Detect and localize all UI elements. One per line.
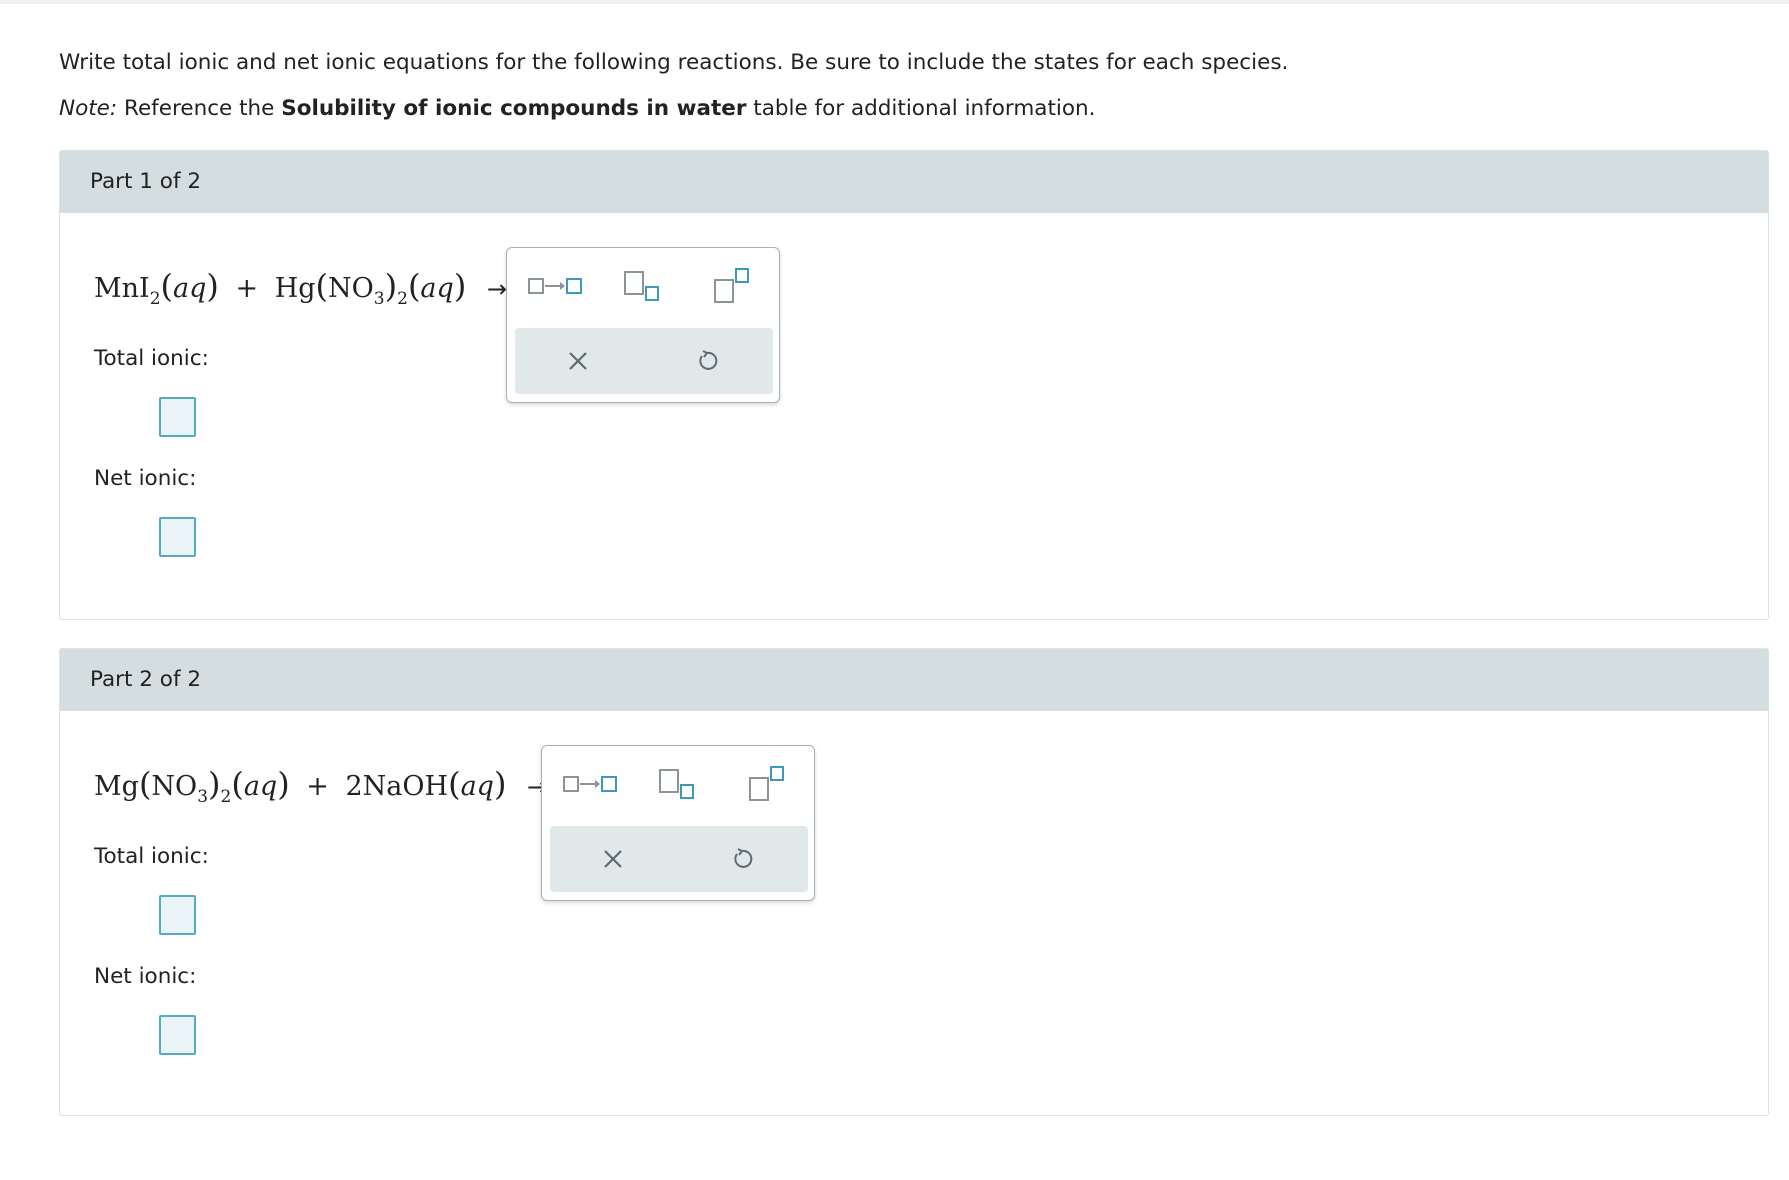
total-ionic-label: Total ionic: [94,346,209,371]
equation-palette [541,745,815,901]
part-1-header: Part 1 of 2 [60,151,1768,213]
part-2-panel: Part 2 of 2 Mg(NO3)2(aq) + 2NaOH(aq) → T… [59,648,1769,1116]
clear-icon [604,850,622,868]
superscript-icon [749,766,784,801]
instructions-text: Write total ionic and net ionic equation… [59,50,1289,75]
net-ionic-input[interactable] [159,1015,196,1055]
total-ionic-label: Total ionic: [94,844,209,869]
top-divider [0,0,1789,4]
reaction-arrow-icon [528,278,582,294]
total-ionic-input[interactable] [159,397,196,437]
total-ionic-input[interactable] [159,895,196,935]
part-2-equation: Mg(NO3)2(aq) + 2NaOH(aq) → [94,765,547,807]
palette-actions [515,328,773,394]
reaction-arrow-button[interactable] [527,266,583,306]
net-ionic-label: Net ionic: [94,466,197,491]
instructions: Write total ionic and net ionic equation… [59,48,1288,124]
superscript-button[interactable] [748,764,790,804]
undo-icon [734,848,753,868]
note-text: Note: Reference the Solubility of ionic … [59,94,1288,124]
subscript-button[interactable] [658,764,698,804]
clear-icon [569,352,587,370]
subscript-button[interactable] [623,266,663,306]
clear-button[interactable] [558,341,598,381]
reactant-1: Mg(NO3)2(aq) [94,765,290,807]
solubility-table-link[interactable]: Solubility of ionic compounds in water [281,96,746,121]
part-2-header: Part 2 of 2 [60,649,1768,711]
net-ionic-label: Net ionic: [94,964,197,989]
reactant-2: 2NaOH(aq) [345,765,507,803]
part-1-panel: Part 1 of 2 MnI2(aq) + Hg(NO3)2(aq) → To… [59,150,1769,620]
superscript-icon [714,268,749,303]
undo-button[interactable] [722,839,762,879]
reaction-arrow-icon [563,776,617,792]
plus-sign: + [306,771,329,802]
part-1-equation: MnI2(aq) + Hg(NO3)2(aq) → [94,267,507,309]
subscript-icon [659,769,694,799]
reaction-arrow-button[interactable] [562,764,618,804]
reaction-arrow: → [486,275,507,303]
reactant-2: Hg(NO3)2(aq) [274,267,467,309]
net-ionic-input[interactable] [159,517,196,557]
undo-button[interactable] [687,341,727,381]
superscript-button[interactable] [713,266,755,306]
note-pre: Reference the [117,96,282,121]
reactant-1: MnI2(aq) [94,267,219,309]
palette-actions [550,826,808,892]
note-label: Note: [59,96,118,121]
undo-icon [699,350,718,370]
note-post: table for additional information. [746,96,1096,121]
subscript-icon [624,271,659,301]
plus-sign: + [235,273,259,304]
clear-button[interactable] [593,839,633,879]
equation-palette [506,247,780,403]
